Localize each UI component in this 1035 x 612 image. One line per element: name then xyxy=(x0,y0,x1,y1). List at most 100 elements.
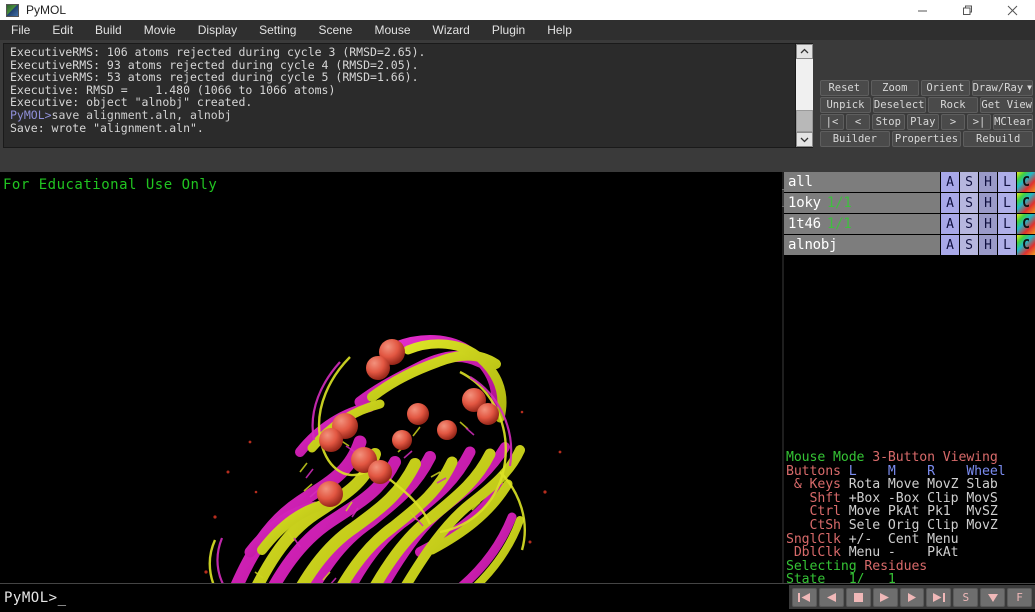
minimize-icon[interactable] xyxy=(900,0,945,20)
button-label: >| xyxy=(972,116,986,128)
skip-back-icon xyxy=(797,592,811,603)
object-name-text: 1t46 xyxy=(788,216,821,232)
mouse-row-cell: PkAt xyxy=(927,545,967,561)
object-toggle-h[interactable]: H xyxy=(978,193,997,213)
menu-item-mouse[interactable]: Mouse xyxy=(363,21,421,39)
object-toggle-c[interactable]: C xyxy=(1016,235,1035,255)
window-title: PyMOL xyxy=(26,3,67,17)
menu-item-setting[interactable]: Setting xyxy=(248,21,307,39)
draw-ray-button[interactable]: Draw/Ray ▼ xyxy=(971,80,1033,96)
button-label: Stop xyxy=(875,116,901,128)
scroll-up-icon[interactable] xyxy=(796,44,813,59)
builder-button[interactable]: Builder xyxy=(820,131,890,147)
object-toggle-a[interactable]: A xyxy=(940,235,959,255)
movie-first-button[interactable]: |< xyxy=(820,114,844,130)
molecular-viewport[interactable]: For Educational Use Only xyxy=(0,172,782,583)
object-toggle-group: ASHLC xyxy=(940,235,1035,255)
close-icon[interactable] xyxy=(990,0,1035,20)
object-toggle-s[interactable]: S xyxy=(959,172,978,192)
console-line: Save: wrote "alignment.aln". xyxy=(10,120,204,135)
object-name[interactable]: 1oky 1/1 xyxy=(784,195,940,211)
mouse-row-cell xyxy=(966,545,1005,560)
object-toggle-s[interactable]: S xyxy=(959,193,978,213)
object-toggle-l[interactable]: L xyxy=(997,214,1016,234)
orient-button[interactable]: Orient xyxy=(921,80,970,96)
menu-item-help[interactable]: Help xyxy=(536,21,583,39)
deselect-button[interactable]: Deselect xyxy=(872,97,926,113)
object-toggle-c[interactable]: C xyxy=(1016,193,1035,213)
object-toggle-h[interactable]: H xyxy=(978,235,997,255)
menu-item-display[interactable]: Display xyxy=(187,21,248,39)
object-toggle-h[interactable]: H xyxy=(978,214,997,234)
object-row[interactable]: all A S H L C xyxy=(784,172,1035,193)
playback-s-button[interactable]: S xyxy=(953,587,979,607)
playback-down-button[interactable] xyxy=(980,587,1006,607)
object-toggle-c[interactable]: C xyxy=(1016,172,1035,192)
playback-prev-button[interactable] xyxy=(818,587,844,607)
mouse-mode-row: & Keys Rota Move MovZ Slab xyxy=(786,478,1035,492)
object-toggle-h[interactable]: H xyxy=(978,172,997,192)
object-toggle-l[interactable]: L xyxy=(997,172,1016,192)
button-label: Draw/Ray xyxy=(972,82,1024,94)
object-row[interactable]: alnobj A S H L C xyxy=(784,235,1035,256)
object-row[interactable]: 1oky 1/1 A S H L C xyxy=(784,193,1035,214)
menu-item-build[interactable]: Build xyxy=(84,21,133,39)
get-view-button[interactable]: Get View xyxy=(980,97,1033,113)
scroll-down-icon[interactable] xyxy=(796,132,813,147)
console-text: ExecutiveRMS: 106 atoms rejected during … xyxy=(4,44,794,147)
mouse-mode-row: Shft +Box -Box Clip MovS xyxy=(786,491,1035,506)
console-line: PyMOL>save alignment.aln, alnobj xyxy=(10,109,794,122)
playback-last-button[interactable] xyxy=(926,587,952,607)
zoom-button[interactable]: Zoom xyxy=(870,80,920,96)
object-toggle-a[interactable]: A xyxy=(940,172,959,192)
scrollbar-track[interactable] xyxy=(796,59,813,132)
menu-item-plugin[interactable]: Plugin xyxy=(481,21,536,39)
mouse-mode-row: DblClk Menu - PkAt xyxy=(786,546,1035,560)
bottom-prompt: PyMOL>_ xyxy=(4,590,67,606)
movie-play-button[interactable]: Play xyxy=(906,114,940,130)
playback-next-button[interactable] xyxy=(899,587,925,607)
unpick-button[interactable]: Unpick xyxy=(820,97,871,113)
object-toggle-a[interactable]: A xyxy=(940,214,959,234)
button-label: < xyxy=(854,116,862,128)
object-toggle-c[interactable]: C xyxy=(1016,214,1035,234)
playback-first-button[interactable] xyxy=(792,587,817,607)
menu-item-file[interactable]: File xyxy=(0,21,41,39)
movie-prev-button[interactable]: < xyxy=(846,114,870,130)
molecule-render xyxy=(0,172,782,583)
object-toggle-l[interactable]: L xyxy=(997,193,1016,213)
object-toggle-s[interactable]: S xyxy=(959,235,978,255)
playback-play-button[interactable] xyxy=(872,587,898,607)
object-toggle-a[interactable]: A xyxy=(940,193,959,213)
object-toggle-l[interactable]: L xyxy=(997,235,1016,255)
movie-next-button[interactable]: > xyxy=(941,114,966,130)
object-row[interactable]: 1t46 1/1 A S H L C xyxy=(784,214,1035,235)
menu-item-movie[interactable]: Movie xyxy=(133,21,187,39)
mouse-mode-row: SnglClk +/- Cent Menu xyxy=(786,532,1035,547)
button-label: Reset xyxy=(828,82,861,94)
rebuild-button[interactable]: Rebuild xyxy=(963,131,1034,147)
console-scrollbar[interactable] xyxy=(795,44,813,147)
object-state-counter: 1/1 xyxy=(826,195,852,211)
movie-last-button[interactable]: >| xyxy=(967,114,992,130)
object-name[interactable]: all xyxy=(784,174,940,190)
object-toggle-s[interactable]: S xyxy=(959,214,978,234)
button-label: Play xyxy=(910,116,936,128)
scrollbar-thumb[interactable] xyxy=(796,110,813,132)
menu-item-scene[interactable]: Scene xyxy=(307,21,363,39)
playback-f-button[interactable]: F xyxy=(1007,587,1033,607)
playback-stop-button[interactable] xyxy=(845,587,871,607)
mouse-mode-header: Mouse Mode 3-Button Viewing xyxy=(786,451,1035,465)
rock-button[interactable]: Rock xyxy=(927,97,979,113)
menu-item-wizard[interactable]: Wizard xyxy=(422,21,481,39)
movie-clear-button[interactable]: MClear xyxy=(993,114,1033,130)
restore-icon[interactable] xyxy=(945,0,990,20)
object-name[interactable]: 1t46 1/1 xyxy=(784,216,940,232)
properties-button[interactable]: Properties xyxy=(891,131,962,147)
menu-item-edit[interactable]: Edit xyxy=(41,21,84,39)
skip-forward-icon xyxy=(932,592,946,603)
reset-button[interactable]: Reset xyxy=(820,80,869,96)
console-line: ExecutiveRMS: 106 atoms rejected during … xyxy=(10,45,426,59)
movie-stop-button[interactable]: Stop xyxy=(872,114,905,130)
object-name[interactable]: alnobj xyxy=(784,237,940,253)
